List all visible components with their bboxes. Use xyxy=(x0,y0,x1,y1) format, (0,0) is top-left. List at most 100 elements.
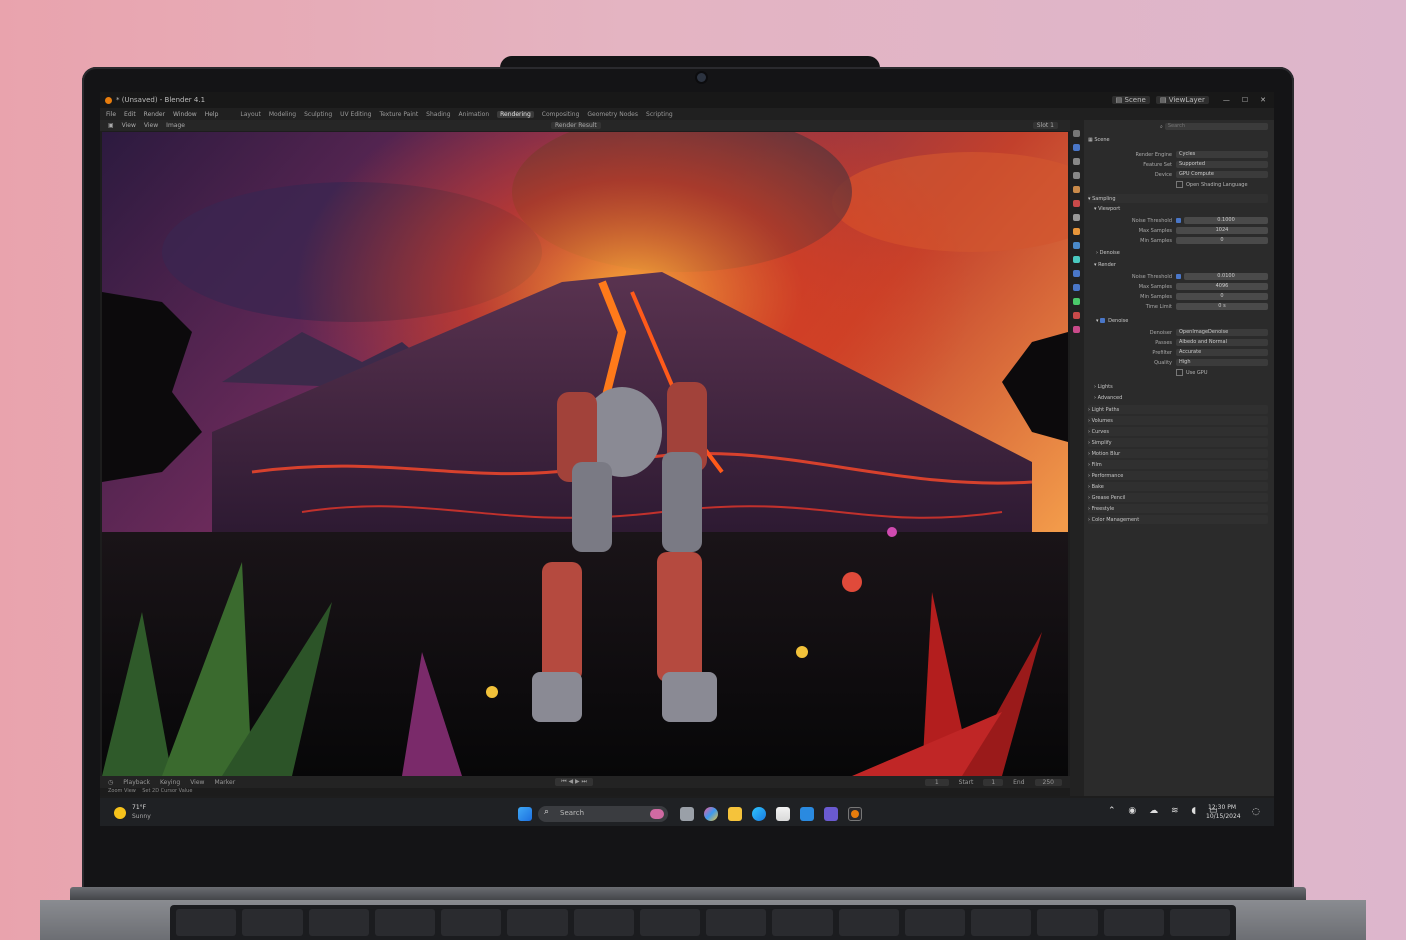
render-min-field[interactable]: 0 xyxy=(1176,293,1268,300)
app-icon[interactable] xyxy=(800,807,814,821)
viewport-noise-field[interactable]: 0.1000 xyxy=(1184,217,1268,224)
task-view-icon[interactable] xyxy=(680,807,694,821)
world-tab-icon[interactable] xyxy=(1073,200,1080,207)
tool-tab-icon[interactable] xyxy=(1073,130,1080,137)
menu-keying[interactable]: Keying xyxy=(160,779,180,786)
view-layer-selector[interactable]: ▤ ViewLayer xyxy=(1155,96,1209,104)
viewport-noise-checkbox[interactable] xyxy=(1176,218,1181,223)
notifications-icon[interactable]: ◌ xyxy=(1252,807,1260,817)
output-tab-icon[interactable] xyxy=(1073,158,1080,165)
end-frame-field[interactable]: 250 xyxy=(1034,778,1062,786)
time-limit-field[interactable]: 0 s xyxy=(1176,303,1268,310)
properties-search[interactable]: ⌕ Search xyxy=(1090,122,1268,131)
tab-texture-paint[interactable]: Texture Paint xyxy=(379,111,418,118)
quality-select[interactable]: High xyxy=(1176,359,1268,366)
maximize-button[interactable]: ☐ xyxy=(1242,96,1248,104)
minimize-button[interactable]: — xyxy=(1223,96,1230,104)
advanced-subsection[interactable]: › Advanced xyxy=(1094,393,1274,402)
collection-tab-icon[interactable] xyxy=(1073,214,1080,221)
windows-start-icon[interactable] xyxy=(518,807,532,821)
performance-section[interactable]: › Performance xyxy=(1088,471,1268,480)
data-tab-icon[interactable] xyxy=(1073,298,1080,305)
curves-section[interactable]: › Curves xyxy=(1088,427,1268,436)
menu-timeline-view[interactable]: View xyxy=(190,779,204,786)
timeline-editor-icon[interactable]: ◷ xyxy=(108,779,113,786)
editor-type-icon[interactable]: ▣ xyxy=(108,122,114,129)
menu-window[interactable]: Window xyxy=(173,111,197,118)
passes-select[interactable]: Albedo and Normal xyxy=(1176,339,1268,346)
motion-blur-section[interactable]: › Motion Blur xyxy=(1088,449,1268,458)
tab-sculpting[interactable]: Sculpting xyxy=(304,111,332,118)
menu-edit[interactable]: Edit xyxy=(124,111,136,118)
clock-time[interactable]: 12:30 PM xyxy=(1208,804,1236,811)
current-frame-field[interactable]: 1 xyxy=(924,778,949,786)
denoise-checkbox[interactable] xyxy=(1100,318,1106,323)
osl-checkbox[interactable] xyxy=(1176,181,1183,188)
render-subsection[interactable]: ▾ Render xyxy=(1094,260,1274,269)
osl-row[interactable]: Open Shading Language xyxy=(1090,180,1268,189)
render-tab-icon[interactable] xyxy=(1073,144,1080,151)
use-gpu-row[interactable]: Use GPU xyxy=(1090,368,1268,377)
render-noise-field[interactable]: 0.0100 xyxy=(1184,273,1268,280)
lights-subsection[interactable]: › Lights xyxy=(1094,382,1274,391)
sampling-section[interactable]: ▾ Sampling xyxy=(1088,194,1268,203)
start-frame-field[interactable]: 1 xyxy=(983,778,1004,786)
render-engine-select[interactable]: Cycles xyxy=(1176,151,1268,158)
microsoft-store-icon[interactable] xyxy=(776,807,790,821)
tab-layout[interactable]: Layout xyxy=(240,111,260,118)
render-denoise-subsection[interactable]: ▾ Denoise xyxy=(1096,316,1274,325)
blender-taskbar-icon[interactable] xyxy=(848,807,862,821)
bake-section[interactable]: › Bake xyxy=(1088,482,1268,491)
volumes-section[interactable]: › Volumes xyxy=(1088,416,1268,425)
render-result-selector[interactable]: Render Result xyxy=(550,122,601,129)
clock-date[interactable]: 10/15/2024 xyxy=(1206,813,1241,820)
menu-help[interactable]: Help xyxy=(205,111,219,118)
object-tab-icon[interactable] xyxy=(1073,228,1080,235)
weather-widget[interactable]: 71°F Sunny xyxy=(114,804,184,822)
viewport-max-field[interactable]: 1024 xyxy=(1176,227,1268,234)
material-tab-icon[interactable] xyxy=(1073,312,1080,319)
texture-tab-icon[interactable] xyxy=(1073,326,1080,333)
feature-set-select[interactable]: Supported xyxy=(1176,161,1268,168)
tab-modeling[interactable]: Modeling xyxy=(269,111,296,118)
tab-animation[interactable]: Animation xyxy=(459,111,490,118)
denoiser-select[interactable]: OpenImageDenoise xyxy=(1176,329,1268,336)
taskbar-search-box[interactable]: ⌕ Search xyxy=(538,806,668,822)
menu-marker[interactable]: Marker xyxy=(214,779,235,786)
scene-tab-icon[interactable] xyxy=(1073,186,1080,193)
color-management-section[interactable]: › Color Management xyxy=(1088,515,1268,524)
freestyle-section[interactable]: › Freestyle xyxy=(1088,504,1268,513)
use-gpu-checkbox[interactable] xyxy=(1176,369,1183,376)
tab-rendering[interactable]: Rendering xyxy=(497,110,534,118)
tab-geometry-nodes[interactable]: Geometry Nodes xyxy=(587,111,638,118)
tab-compositing[interactable]: Compositing xyxy=(542,111,580,118)
render-viewport[interactable] xyxy=(102,132,1068,776)
light-paths-section[interactable]: › Light Paths xyxy=(1088,405,1268,414)
menu-playback[interactable]: Playback xyxy=(123,779,150,786)
file-explorer-icon[interactable] xyxy=(728,807,742,821)
edge-browser-icon[interactable] xyxy=(752,807,766,821)
viewport-min-field[interactable]: 0 xyxy=(1176,237,1268,244)
particles-tab-icon[interactable] xyxy=(1073,256,1080,263)
device-select[interactable]: GPU Compute xyxy=(1176,171,1268,178)
copilot-icon[interactable] xyxy=(704,807,718,821)
viewport-subsection[interactable]: ▾ Viewport xyxy=(1094,204,1274,213)
tab-uv-editing[interactable]: UV Editing xyxy=(340,111,371,118)
menu-image[interactable]: Image xyxy=(166,122,185,129)
constraints-tab-icon[interactable] xyxy=(1073,284,1080,291)
film-section[interactable]: › Film xyxy=(1088,460,1268,469)
playback-controls[interactable]: ⏮ ◀ ▶ ⏭ xyxy=(555,778,593,786)
render-max-field[interactable]: 4096 xyxy=(1176,283,1268,290)
menu-view-2[interactable]: View xyxy=(144,122,158,129)
slot-selector[interactable]: Slot 1 xyxy=(1032,122,1058,129)
scene-selector[interactable]: ▤ Scene xyxy=(1111,96,1150,104)
render-noise-checkbox[interactable] xyxy=(1176,274,1181,279)
menu-render[interactable]: Render xyxy=(144,111,165,118)
grease-pencil-section[interactable]: › Grease Pencil xyxy=(1088,493,1268,502)
properties-search-input[interactable]: Search xyxy=(1164,123,1268,130)
menu-view[interactable]: View xyxy=(122,122,136,129)
viewport-denoise-subsection[interactable]: › Denoise xyxy=(1096,248,1274,257)
modifier-tab-icon[interactable] xyxy=(1073,242,1080,249)
close-button[interactable]: ✕ xyxy=(1260,96,1266,104)
tab-scripting[interactable]: Scripting xyxy=(646,111,673,118)
